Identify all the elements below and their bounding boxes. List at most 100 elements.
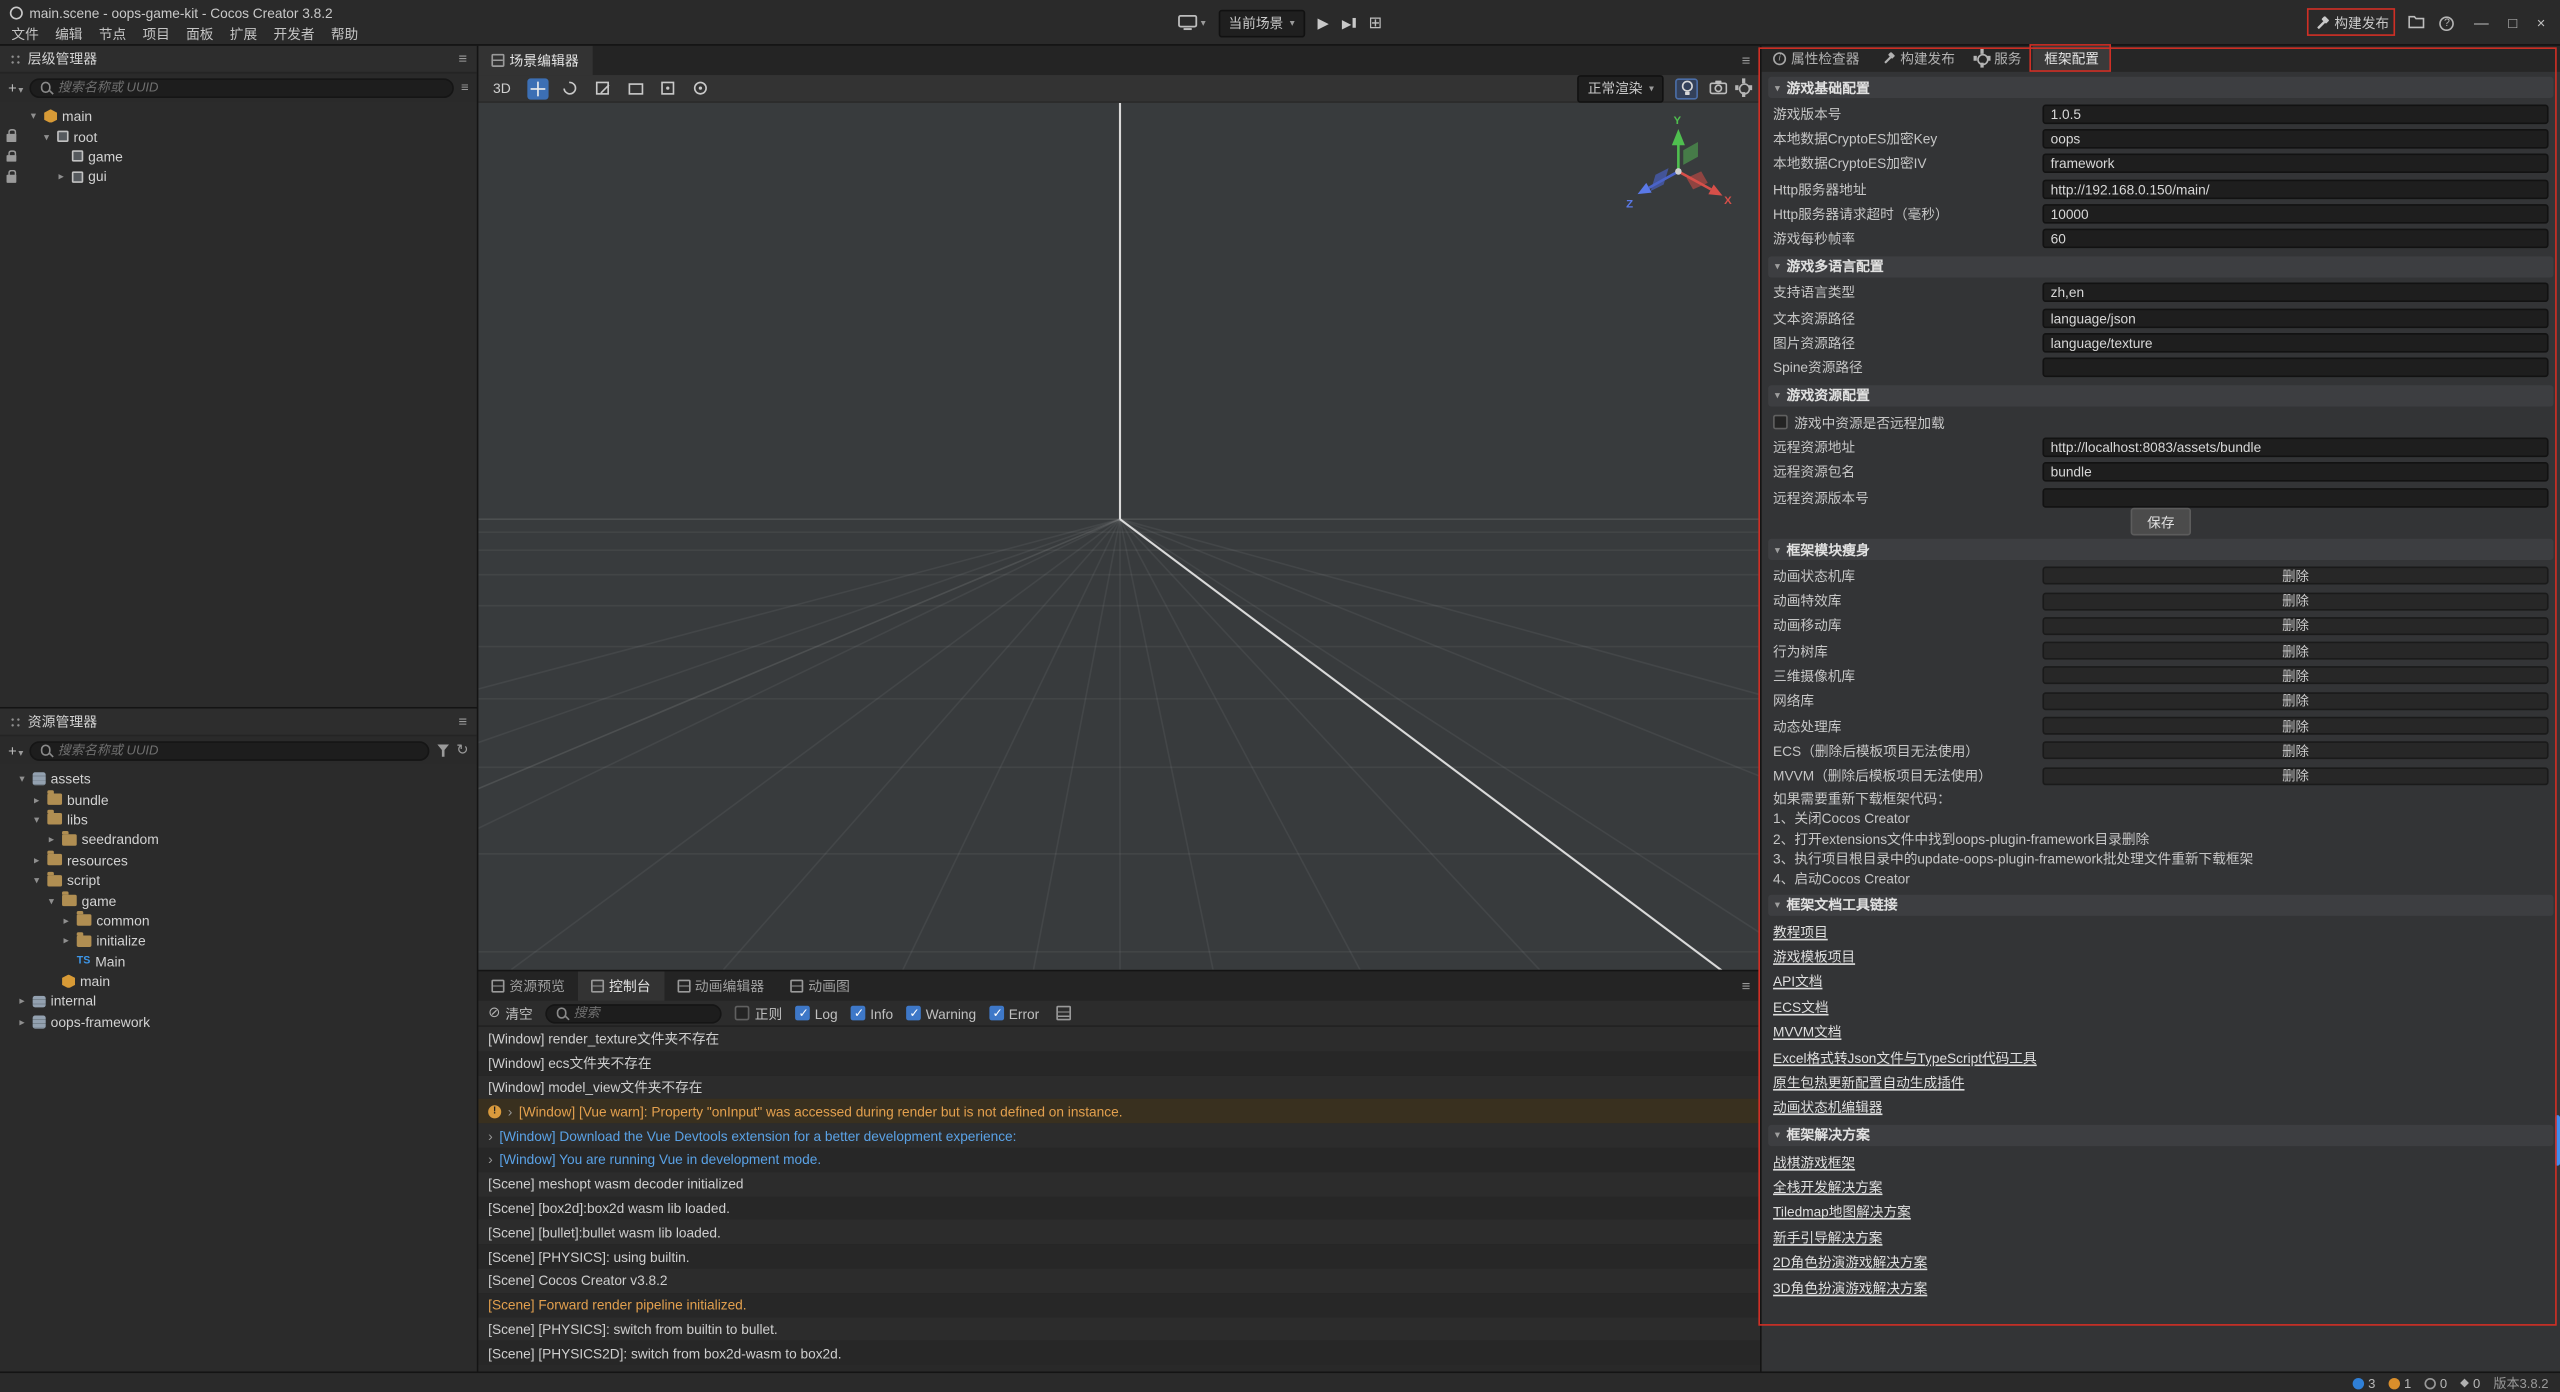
asset-node-internal[interactable]: ▸internal xyxy=(0,992,477,1012)
log-row[interactable]: [Scene] [PHYSICS2D]: switch from box2d-w… xyxy=(478,1341,1760,1365)
scale-tool[interactable] xyxy=(592,78,613,99)
field-input[interactable]: language/json xyxy=(2042,308,2548,328)
hierarchy-search-input[interactable] xyxy=(58,80,445,95)
delete-button[interactable]: 删除 xyxy=(2042,742,2548,760)
tab-build-publish[interactable]: 构建发布 xyxy=(1871,46,1967,72)
error-count-badge[interactable]: 0 xyxy=(2424,1376,2447,1391)
translate-tool[interactable] xyxy=(527,78,548,99)
panel-menu-icon[interactable]: ≡ xyxy=(1742,52,1751,68)
menu-edit[interactable]: 编辑 xyxy=(47,24,91,44)
field-input[interactable] xyxy=(2042,358,2548,378)
checkbox-info[interactable] xyxy=(851,1006,866,1021)
lock-icon[interactable] xyxy=(7,175,17,182)
doc-link[interactable]: 全栈开发解决方案 xyxy=(1773,1177,1882,1197)
field-input[interactable]: http://localhost:8083/assets/bundle xyxy=(2042,437,2548,457)
save-button[interactable]: 保存 xyxy=(2131,508,2191,536)
scrollbar-thumb[interactable] xyxy=(2554,1115,2559,1166)
expand-icon[interactable]: › xyxy=(488,1127,493,1143)
log-row[interactable]: [Scene] Cocos Creator v3.8.2 xyxy=(478,1269,1760,1293)
menu-project[interactable]: 项目 xyxy=(134,24,178,44)
caret-right-icon[interactable]: ▸ xyxy=(16,1015,27,1028)
help-button[interactable]: ? xyxy=(2440,16,2455,31)
menu-help[interactable]: 帮助 xyxy=(323,24,367,44)
export-log-icon[interactable] xyxy=(1056,1006,1071,1021)
doc-link[interactable]: 战棋游戏框架 xyxy=(1773,1152,1855,1172)
clear-console-button[interactable]: ⊘ 清空 xyxy=(488,1003,533,1023)
field-input[interactable]: 10000 xyxy=(2042,204,2548,224)
log-row[interactable]: [Window] render_texture文件夹不存在 xyxy=(478,1027,1760,1051)
caret-down-icon[interactable]: ▾ xyxy=(41,130,52,143)
doc-link[interactable]: 游戏模板项目 xyxy=(1773,947,1855,967)
menu-developer[interactable]: 开发者 xyxy=(265,24,322,44)
asset-node-Main[interactable]: TSMain xyxy=(0,951,477,971)
hierarchy-node-game[interactable]: game xyxy=(0,147,477,167)
field-input[interactable] xyxy=(2042,487,2548,507)
menu-panel[interactable]: 面板 xyxy=(178,24,222,44)
hierarchy-sort-icon[interactable]: ≡ xyxy=(461,80,469,95)
asset-node-initialize[interactable]: ▸initialize xyxy=(0,931,477,951)
field-input[interactable]: zh,en xyxy=(2042,283,2548,303)
doc-link[interactable]: 教程项目 xyxy=(1773,922,1828,942)
tab-property-inspector[interactable]: i 属性检查器 xyxy=(1762,46,1871,72)
section-header[interactable]: ▾游戏资源配置 xyxy=(1768,385,2553,406)
doc-link[interactable]: 3D角色扮演游戏解决方案 xyxy=(1773,1278,1927,1298)
expand-icon[interactable]: › xyxy=(508,1103,513,1119)
asset-node-script[interactable]: ▾script xyxy=(0,870,477,890)
log-row[interactable]: ›[Window] You are running Vue in develop… xyxy=(478,1148,1760,1172)
delete-button[interactable]: 删除 xyxy=(2042,667,2548,685)
tab-animation-editor[interactable]: 动画编辑器 xyxy=(664,971,777,1000)
hierarchy-node-main[interactable]: ▾main xyxy=(0,106,477,126)
caret-right-icon[interactable]: ▸ xyxy=(46,833,57,846)
task-count-badge[interactable]: ◆ 0 xyxy=(2460,1376,2480,1391)
log-row[interactable]: [Window] ecs文件夹不存在 xyxy=(478,1051,1760,1075)
checkbox-error[interactable] xyxy=(989,1006,1004,1021)
assets-search-input[interactable] xyxy=(58,743,421,758)
warning-count-badge[interactable]: 1 xyxy=(2388,1376,2411,1391)
tab-animation-graph[interactable]: 动画图 xyxy=(777,971,863,1000)
scene-settings-gear-icon[interactable] xyxy=(1739,82,1750,93)
regex-toggle[interactable]: 正则 xyxy=(735,1003,782,1023)
expand-icon[interactable]: › xyxy=(488,1152,493,1168)
doc-link[interactable]: 动画状态机编辑器 xyxy=(1773,1098,1882,1118)
pivot-toggle[interactable] xyxy=(658,78,679,99)
asset-node-seedrandom[interactable]: ▸seedrandom xyxy=(0,830,477,850)
caret-right-icon[interactable]: ▸ xyxy=(16,995,27,1008)
log-row[interactable]: [Scene] [bullet]:bullet wasm lib loaded. xyxy=(478,1220,1760,1244)
delete-button[interactable]: 删除 xyxy=(2042,767,2548,785)
filter-error[interactable]: Error xyxy=(989,1005,1039,1021)
tab-asset-preview[interactable]: 资源预览 xyxy=(478,971,578,1000)
3d-mode-toggle[interactable]: 3D xyxy=(488,78,516,98)
log-row[interactable]: [Scene] [PHYSICS]: using builtin. xyxy=(478,1244,1760,1268)
asset-node-main[interactable]: main xyxy=(0,971,477,991)
doc-link[interactable]: ECS文档 xyxy=(1773,997,1828,1017)
log-row[interactable]: [Scene] [box2d]:box2d wasm lib loaded. xyxy=(478,1196,1760,1220)
field-input[interactable]: oops xyxy=(2042,129,2548,149)
section-header[interactable]: ▾框架模块瘦身 xyxy=(1768,539,2553,560)
log-row[interactable]: ›[Window] Download the Vue Devtools exte… xyxy=(478,1124,1760,1148)
orientation-gizmo[interactable]: Y X Z xyxy=(1610,106,1747,243)
caret-down-icon[interactable]: ▾ xyxy=(31,874,42,887)
asset-node-oops-framework[interactable]: ▸oops-framework xyxy=(0,1012,477,1032)
maximize-button[interactable]: □ xyxy=(2508,15,2517,31)
doc-link[interactable]: Tiledmap地图解决方案 xyxy=(1773,1202,1911,1222)
delete-button[interactable]: 删除 xyxy=(2042,617,2548,635)
doc-link[interactable]: MVVM文档 xyxy=(1773,1022,1841,1042)
lock-icon[interactable] xyxy=(7,134,17,141)
build-button[interactable]: 构建发布 xyxy=(2310,10,2394,36)
filter-info[interactable]: Info xyxy=(851,1005,893,1021)
add-node-button[interactable]: +▾ xyxy=(8,79,23,95)
asset-node-game[interactable]: ▾game xyxy=(0,890,477,910)
camera-preview-button[interactable] xyxy=(1709,79,1727,97)
menu-extension[interactable]: 扩展 xyxy=(222,24,266,44)
hierarchy-node-gui[interactable]: ▸gui xyxy=(0,167,477,187)
tab-scene-editor[interactable]: 场景编辑器 xyxy=(478,46,591,75)
remote-load-checkbox[interactable] xyxy=(1773,415,1788,430)
coordinate-toggle[interactable] xyxy=(690,78,711,99)
delete-button[interactable]: 删除 xyxy=(2042,567,2548,585)
close-button[interactable]: × xyxy=(2537,15,2546,31)
asset-node-common[interactable]: ▸common xyxy=(0,911,477,931)
log-row[interactable]: [Scene] meshopt wasm decoder initialized xyxy=(478,1172,1760,1196)
caret-right-icon[interactable]: ▸ xyxy=(60,914,71,927)
asset-node-libs[interactable]: ▾libs xyxy=(0,809,477,829)
checkbox-warning[interactable] xyxy=(906,1006,921,1021)
